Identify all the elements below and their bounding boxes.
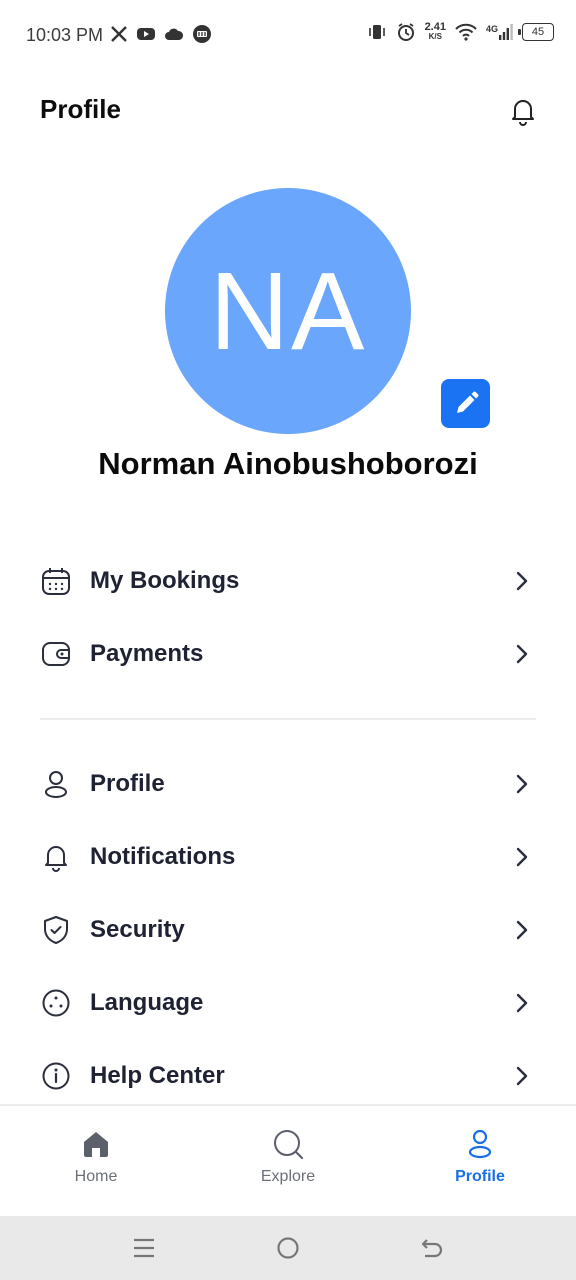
nav-label: Home: [74, 1168, 118, 1185]
youtube-icon: [137, 28, 155, 40]
menu-item-label: Payments: [90, 640, 204, 667]
signal-bars-icon: [499, 24, 513, 40]
menu-item-payments[interactable]: Payments: [40, 626, 536, 682]
nav-explore[interactable]: Explore: [228, 1128, 348, 1186]
chevron-right-icon: [512, 772, 532, 796]
edit-avatar-button[interactable]: [441, 379, 490, 428]
bell-icon: [40, 841, 72, 873]
network-type: 4G: [485, 24, 498, 34]
search-icon: [274, 1130, 304, 1160]
status-time: 10:03 PM: [26, 25, 104, 45]
menu-item-label: Language: [90, 989, 204, 1016]
notifications-button[interactable]: [508, 95, 538, 127]
menu-divider: [40, 718, 536, 720]
menu-item-label: Help Center: [90, 1062, 225, 1089]
app-badge-icon: [193, 25, 211, 43]
chevron-right-icon: [512, 991, 532, 1015]
menu-item-my-bookings[interactable]: My Bookings: [40, 553, 536, 609]
circle-home-icon: [277, 1237, 299, 1259]
alarm-icon: [397, 23, 414, 41]
menu-item-label: My Bookings: [90, 567, 240, 594]
cloud-icon: [165, 28, 184, 40]
network-speed: 2.41 K/S: [425, 22, 446, 42]
menu-item-label: Security: [90, 916, 185, 943]
language-icon: [40, 987, 72, 1019]
x-app-icon: [111, 26, 127, 42]
user-icon: [468, 1129, 492, 1159]
user-name: Norman Ainobushoborozi: [98, 446, 478, 481]
home-button[interactable]: [274, 1234, 302, 1262]
nav-profile[interactable]: Profile: [420, 1128, 540, 1186]
system-status-icons: 2.41 K/S 4G 45: [367, 22, 554, 42]
bell-icon: [512, 100, 534, 126]
menu-item-label: Profile: [90, 770, 165, 797]
home-icon: [84, 1132, 108, 1157]
chevron-right-icon: [512, 918, 532, 942]
bottom-nav: Home Explore Profile: [0, 1104, 576, 1218]
network-speed-unit: K/S: [428, 32, 442, 41]
wallet-icon: [40, 638, 72, 670]
nav-label: Explore: [260, 1168, 316, 1185]
notification-icons: [110, 24, 212, 44]
vibrate-icon: [368, 25, 385, 39]
menu-item-label: Notifications: [90, 843, 236, 870]
page-title: Profile: [40, 94, 121, 124]
menu-item-language[interactable]: Language: [40, 975, 536, 1031]
back-icon: [421, 1239, 443, 1258]
avatar: NA: [165, 188, 411, 434]
menu-item-help-center[interactable]: Help Center: [40, 1048, 536, 1104]
wifi-icon: [455, 23, 477, 41]
chevron-right-icon: [512, 569, 532, 593]
battery-indicator: 45: [518, 23, 554, 41]
menu-item-security[interactable]: Security: [40, 902, 536, 958]
menu-item-notifications[interactable]: Notifications: [40, 829, 536, 885]
recent-apps-button[interactable]: [130, 1234, 158, 1262]
nav-label: Profile: [455, 1168, 505, 1185]
cellular-signal: 4G: [486, 24, 513, 40]
info-icon: [40, 1060, 72, 1092]
chevron-right-icon: [512, 1064, 532, 1088]
chevron-right-icon: [512, 642, 532, 666]
chevron-right-icon: [512, 845, 532, 869]
network-speed-value: 2.41: [424, 21, 446, 33]
pencil-icon: [456, 391, 478, 413]
system-nav-bar: [0, 1216, 576, 1280]
menu-item-profile[interactable]: Profile: [40, 756, 536, 812]
back-button[interactable]: [418, 1234, 446, 1262]
user-icon: [40, 768, 72, 800]
nav-home[interactable]: Home: [36, 1128, 156, 1186]
menu-icon: [134, 1238, 154, 1258]
calendar-icon: [40, 565, 72, 597]
shield-icon: [40, 914, 72, 946]
